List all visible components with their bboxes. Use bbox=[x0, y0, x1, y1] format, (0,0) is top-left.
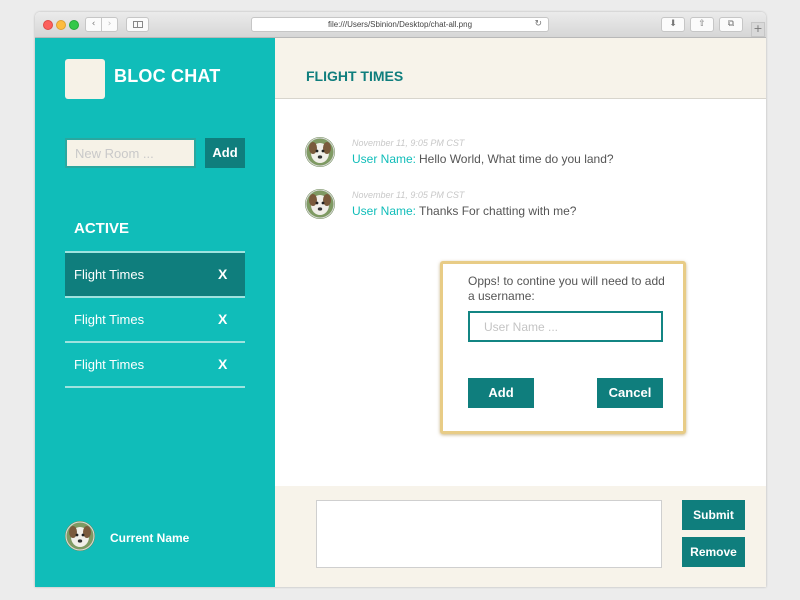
active-rooms-heading: ACTIVE bbox=[74, 220, 130, 237]
reload-icon[interactable]: ↻ bbox=[534, 18, 542, 31]
share-icon[interactable]: ⇧ bbox=[690, 17, 714, 32]
message-input[interactable] bbox=[316, 500, 662, 568]
back-icon[interactable]: ‹ bbox=[85, 17, 102, 32]
message-text: Thanks For chatting with me? bbox=[419, 204, 577, 218]
room-list: Flight Times X Flight Times X Flight Tim… bbox=[65, 251, 245, 388]
download-icon[interactable]: ⬇ bbox=[661, 17, 685, 32]
browser-titlebar: ‹ › file:///Users/Sbinion/Desktop/chat-a… bbox=[35, 12, 766, 38]
add-room-button[interactable]: Add bbox=[205, 138, 245, 168]
new-room-input[interactable] bbox=[65, 138, 196, 168]
address-bar[interactable]: file:///Users/Sbinion/Desktop/chat-all.p… bbox=[251, 17, 549, 32]
room-name: Flight Times bbox=[74, 267, 145, 282]
browser-window: ‹ › file:///Users/Sbinion/Desktop/chat-a… bbox=[35, 12, 766, 587]
zoom-window-button[interactable] bbox=[69, 20, 79, 30]
room-item[interactable]: Flight Times X bbox=[65, 251, 245, 296]
username-modal: Opps! to contine you will need to add a … bbox=[440, 261, 686, 434]
forward-icon[interactable]: › bbox=[101, 17, 118, 32]
modal-cancel-button[interactable]: Cancel bbox=[597, 378, 663, 408]
message-username: User Name: bbox=[352, 204, 417, 218]
tabs-overview-icon[interactable]: ⧉ bbox=[719, 17, 743, 32]
message-composer: Submit Remove bbox=[275, 486, 766, 587]
message-line: User Name: Thanks For chatting with me? bbox=[352, 204, 576, 218]
delete-room-button[interactable]: X bbox=[218, 311, 227, 327]
message-timestamp: November 11, 9:05 PM CST bbox=[352, 190, 465, 200]
close-window-button[interactable] bbox=[43, 20, 53, 30]
message-text: Hello World, What time do you land? bbox=[419, 152, 614, 166]
modal-add-button[interactable]: Add bbox=[468, 378, 534, 408]
current-user-avatar bbox=[65, 521, 95, 551]
user-avatar bbox=[305, 189, 335, 219]
room-title: FLIGHT TIMES bbox=[306, 68, 404, 84]
minimize-window-button[interactable] bbox=[56, 20, 66, 30]
logo bbox=[65, 59, 105, 99]
room-name: Flight Times bbox=[74, 312, 145, 327]
remove-button[interactable]: Remove bbox=[682, 537, 745, 567]
submit-button[interactable]: Submit bbox=[682, 500, 745, 530]
message: November 11, 9:05 PM CST User Name: Hello… bbox=[305, 137, 745, 171]
room-item[interactable]: Flight Times X bbox=[65, 296, 245, 341]
username-input[interactable] bbox=[468, 311, 663, 342]
message: November 11, 9:05 PM CST User Name: Thank… bbox=[305, 189, 745, 223]
sidebar-toggle-icon[interactable] bbox=[126, 17, 149, 32]
modal-message: Opps! to contine you will need to add a … bbox=[468, 274, 665, 303]
url-text: file:///Users/Sbinion/Desktop/chat-all.p… bbox=[327, 20, 473, 29]
message-timestamp: November 11, 9:05 PM CST bbox=[352, 138, 465, 148]
delete-room-button[interactable]: X bbox=[218, 266, 227, 282]
message-line: User Name: Hello World, What time do you … bbox=[352, 152, 614, 166]
user-avatar bbox=[305, 137, 335, 167]
message-username: User Name: bbox=[352, 152, 417, 166]
delete-room-button[interactable]: X bbox=[218, 356, 227, 372]
current-user-name: Current Name bbox=[110, 531, 190, 545]
sidebar: BLOC CHAT Add ACTIVE Flight Times X Flig… bbox=[35, 38, 275, 587]
chat-main: FLIGHT TIMES November 11, 9:05 PM CST Us… bbox=[275, 38, 766, 587]
brand-title: BLOC CHAT bbox=[114, 66, 221, 86]
room-name: Flight Times bbox=[74, 357, 145, 372]
room-item[interactable]: Flight Times X bbox=[65, 341, 245, 388]
new-tab-icon[interactable]: + bbox=[751, 22, 765, 37]
room-header: FLIGHT TIMES bbox=[275, 38, 766, 99]
